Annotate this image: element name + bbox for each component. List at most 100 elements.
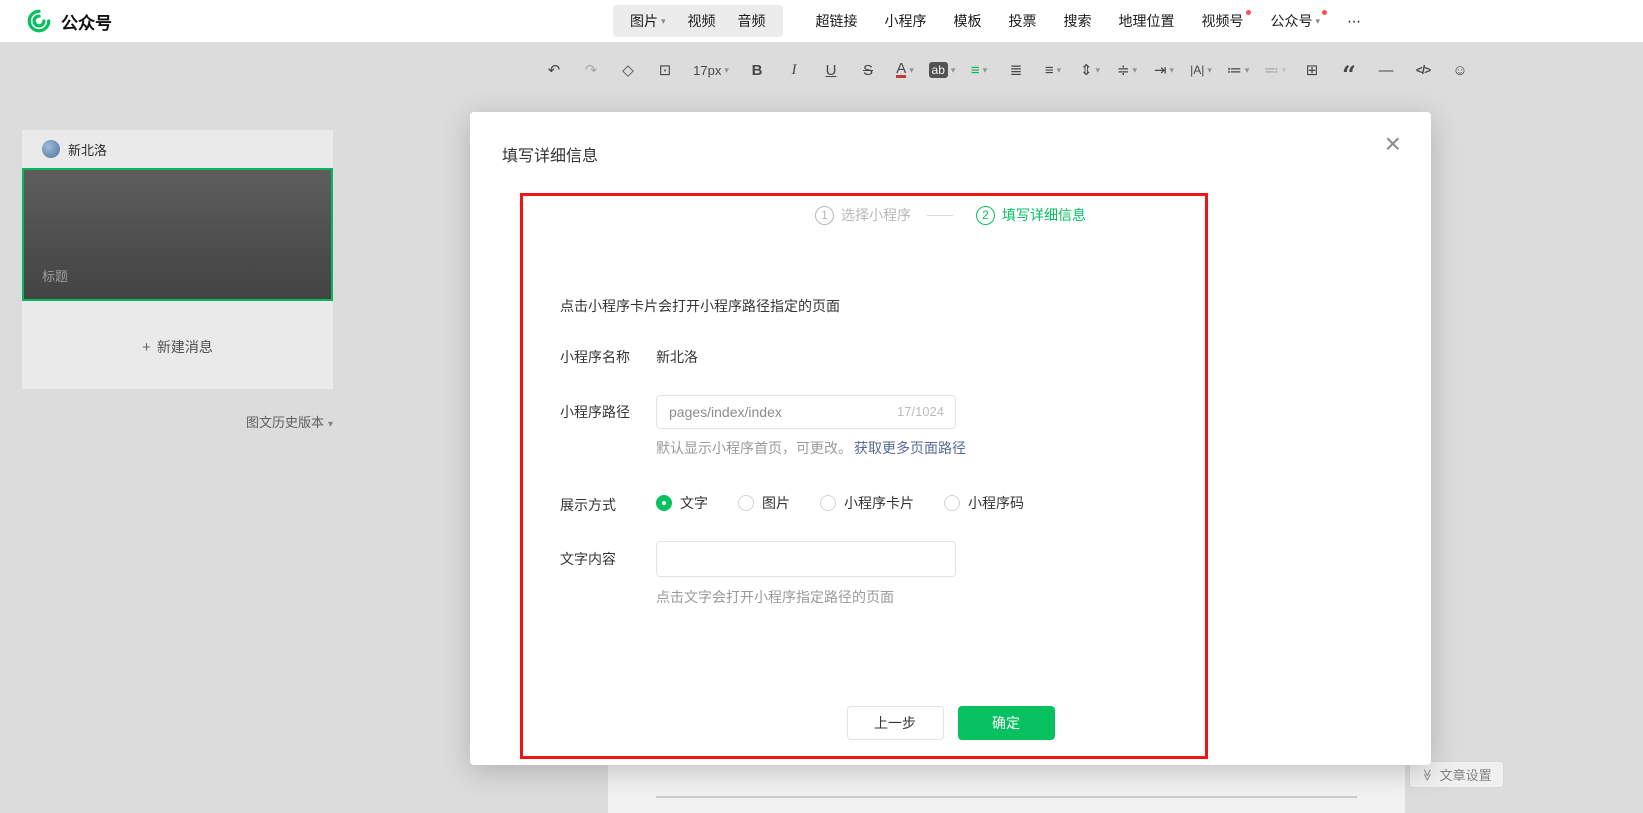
draft-thumbnail[interactable]: 标题 [22, 168, 333, 301]
path-help-text: 默认显示小程序首页，可更改。 [656, 440, 852, 456]
radio-card[interactable]: 小程序卡片 [820, 493, 914, 513]
draft-title-placeholder: 标题 [42, 266, 68, 285]
get-more-paths-link[interactable]: 获取更多页面路径 [854, 440, 966, 456]
radio-qrcode[interactable]: 小程序码 [944, 493, 1024, 513]
nav-hyperlink[interactable]: 超链接 [816, 11, 858, 31]
font-color-icon[interactable]: A [891, 56, 919, 84]
radio-icon [820, 495, 836, 511]
text-content-input[interactable] [656, 541, 956, 577]
justify-icon[interactable]: ≣ [1002, 56, 1030, 84]
radio-label: 小程序码 [968, 493, 1024, 513]
nav-audio[interactable]: 音频 [738, 11, 766, 31]
modal-description: 点击小程序卡片会打开小程序路径指定的页面 [560, 296, 840, 316]
draft-card-header: 新北洛 [22, 130, 333, 168]
miniprogram-name-label: 小程序名称 [560, 347, 630, 367]
plus-icon: + [142, 339, 151, 356]
letter-spacing-icon[interactable]: |A| [1187, 56, 1215, 84]
underline-icon[interactable]: U [817, 56, 845, 84]
highlight-icon[interactable]: ab [928, 56, 956, 84]
insert-menu-group: 超链接 小程序 模板 投票 搜索 地理位置 视频号 公众号 ⋯ [816, 11, 1362, 31]
path-help: 默认显示小程序首页，可更改。获取更多页面路径 [656, 438, 966, 458]
radio-icon [738, 495, 754, 511]
step-1-select-miniprogram: 1 选择小程序 [815, 205, 911, 225]
nav-search[interactable]: 搜索 [1064, 11, 1092, 31]
previous-step-button[interactable]: 上一步 [847, 706, 944, 740]
confirm-button[interactable]: 确定 [958, 706, 1055, 740]
media-menu-group: 图片 视频 音频 [613, 5, 783, 37]
indent-icon[interactable]: ⇥ [1150, 56, 1178, 84]
brand-name: 公众号 [61, 9, 112, 34]
step-number: 2 [976, 206, 995, 225]
history-label: 图文历史版本 [246, 415, 324, 430]
bullet-list-icon[interactable]: ≔ [1224, 56, 1252, 84]
italic-icon[interactable]: I [780, 56, 808, 84]
collapse-icon: ≫ [1420, 768, 1434, 781]
font-size-select[interactable]: 17px [688, 56, 734, 84]
undo-icon[interactable]: ↶ [540, 56, 568, 84]
wechat-official-accounts-logo-icon [26, 8, 52, 34]
emoji-icon[interactable]: ☺ [1446, 56, 1474, 84]
redo-icon[interactable]: ↷ [577, 56, 605, 84]
clear-format-icon[interactable]: ◇ [614, 56, 642, 84]
top-nav: 图片 视频 音频 超链接 小程序 模板 投票 搜索 地理位置 视频号 公众号 ⋯ [613, 0, 1361, 42]
format-painter-icon[interactable]: ⊡ [651, 56, 679, 84]
table-icon[interactable]: ⊞ [1298, 56, 1326, 84]
radio-label: 文字 [680, 493, 708, 513]
nav-channels[interactable]: 视频号 [1202, 11, 1244, 31]
nav-official-account[interactable]: 公众号 [1271, 11, 1321, 31]
caret-down-icon [324, 415, 333, 430]
account-name: 新北洛 [68, 140, 107, 159]
article-settings-button[interactable]: ≫ 文章设置 [1409, 761, 1504, 788]
strikethrough-icon[interactable]: S [854, 56, 882, 84]
divider-icon[interactable]: — [1372, 56, 1400, 84]
close-icon[interactable]: × [1385, 130, 1401, 158]
radio-label: 图片 [762, 493, 790, 513]
blockquote-icon[interactable]: “ [1335, 56, 1363, 84]
nav-video[interactable]: 视频 [688, 11, 716, 31]
bold-icon[interactable]: B [743, 56, 771, 84]
brand: 公众号 [26, 8, 112, 34]
line-height-icon[interactable]: ⇕ [1076, 56, 1104, 84]
history-versions-link[interactable]: 图文历史版本 [22, 412, 333, 431]
nav-vote[interactable]: 投票 [1009, 11, 1037, 31]
radio-text[interactable]: 文字 [656, 493, 708, 513]
step-indicator: 1 选择小程序 2 填写详细信息 [470, 205, 1431, 225]
wechat-editor-screen: 公众号 图片 视频 音频 超链接 小程序 模板 投票 搜索 地理位置 视频号 公众号 ⋯ ↶ ↷ ◇ ⊡ 1… [0, 0, 1643, 813]
display-mode-label: 展示方式 [560, 495, 616, 515]
draft-card: 新北洛 标题 + 新建消息 [22, 130, 333, 389]
align-icon[interactable]: ≡ [1039, 56, 1067, 84]
step-2-fill-details: 2 填写详细信息 [911, 205, 1086, 225]
article-settings-label: 文章设置 [1440, 765, 1492, 784]
nav-miniprogram[interactable]: 小程序 [885, 11, 927, 31]
format-toolbar: ↶ ↷ ◇ ⊡ 17px BIUSAab ≡ ≣ ≡ ⇕ ≑ ⇥ |A| ≔ ≕ ⊞ “ — </> ☺ [540, 50, 1474, 90]
radio-icon [944, 495, 960, 511]
step-label: 选择小程序 [841, 205, 911, 225]
path-char-counter: 17/1024 [897, 395, 944, 429]
miniprogram-details-modal: 填写详细信息 × 1 选择小程序 2 填写详细信息 点击小程序卡片会打开小程序路… [470, 112, 1431, 765]
account-avatar [42, 140, 60, 158]
text-content-label: 文字内容 [560, 549, 616, 569]
path-input-wrap: 17/1024 [656, 395, 956, 429]
radio-image[interactable]: 图片 [738, 493, 790, 513]
nav-image[interactable]: 图片 [630, 11, 666, 31]
ordered-list-icon[interactable]: ≕ [1261, 56, 1289, 84]
radio-icon [656, 495, 672, 511]
new-message-label: 新建消息 [157, 339, 213, 355]
step-label: 填写详细信息 [1002, 205, 1086, 225]
line-color-icon[interactable]: ≡ [965, 56, 993, 84]
miniprogram-name-value: 新北洛 [656, 347, 698, 367]
modal-actions: 上一步 确定 [470, 706, 1431, 740]
annotation-red-box [520, 193, 1208, 759]
paragraph-spacing-icon[interactable]: ≑ [1113, 56, 1141, 84]
text-help: 点击文字会打开小程序指定路径的页面 [656, 587, 894, 607]
nav-more[interactable]: ⋯ [1347, 13, 1361, 30]
nav-template[interactable]: 模板 [954, 11, 982, 31]
miniprogram-path-label: 小程序路径 [560, 402, 630, 422]
content-divider [656, 796, 1357, 798]
nav-location[interactable]: 地理位置 [1119, 11, 1175, 31]
code-icon[interactable]: </> [1409, 56, 1437, 84]
topbar: 公众号 图片 视频 音频 超链接 小程序 模板 投票 搜索 地理位置 视频号 公众号 ⋯ [0, 0, 1643, 42]
step-number: 1 [815, 206, 834, 225]
modal-title: 填写详细信息 [502, 142, 598, 166]
new-message-button[interactable]: + 新建消息 [22, 337, 333, 357]
